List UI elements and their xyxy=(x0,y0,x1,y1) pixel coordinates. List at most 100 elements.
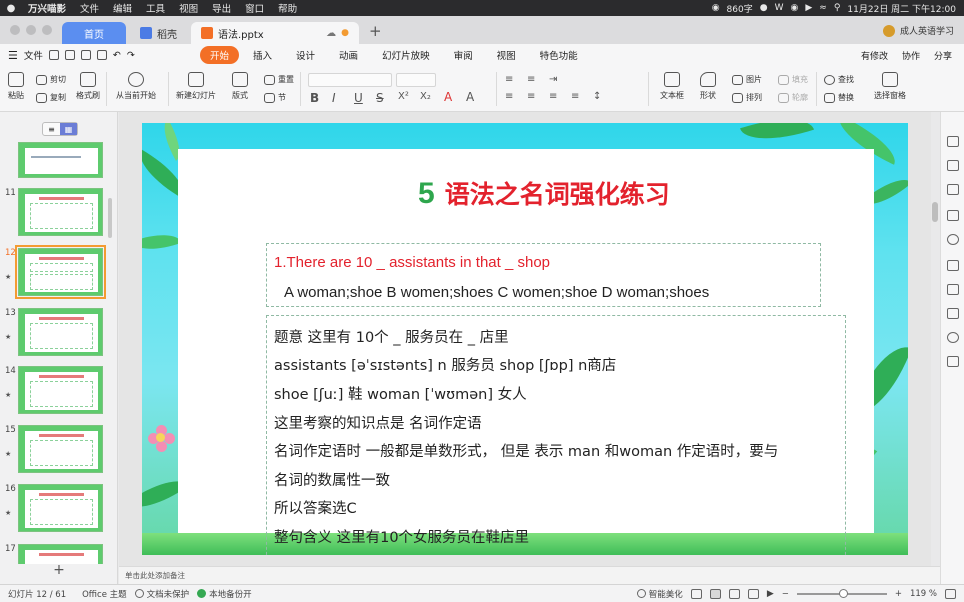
cloud-icon[interactable]: ☁ xyxy=(326,28,336,39)
slide-title[interactable]: 5 语法之名词强化练习 xyxy=(418,175,670,211)
redo-icon[interactable]: ↷ xyxy=(127,50,135,61)
smart-beautify-button[interactable]: 智能美化 xyxy=(636,588,683,600)
align-right-icon[interactable]: ≡ xyxy=(549,91,557,102)
select-pane-button[interactable]: 选择窗格 xyxy=(874,72,906,101)
slide-thumbnail-panel[interactable]: ≡ ▦ 11 12 ★ 13 ★ 14 ★ 15 ★ 16 ★ 17 + xyxy=(0,112,118,584)
canvas-scrollbar-thumb[interactable] xyxy=(932,202,938,222)
document-protect-status[interactable]: 文档未保护 xyxy=(134,588,189,600)
outline-view-icon[interactable]: ≡ xyxy=(43,123,60,135)
menu-app-name[interactable]: 万兴喵影 xyxy=(22,1,74,15)
bold-button[interactable]: B xyxy=(310,91,319,105)
color-icon[interactable] xyxy=(947,234,959,245)
record-icon[interactable]: ◉ xyxy=(712,3,720,13)
word-count-status[interactable]: 860字 xyxy=(727,2,753,15)
tab-home[interactable]: 首页 xyxy=(62,22,126,44)
menu-view[interactable]: 视图 xyxy=(173,1,206,15)
thumbnail-row-16[interactable]: 16 ★ xyxy=(0,484,118,536)
thumbnail-row-14[interactable]: 14 ★ xyxy=(0,366,118,418)
tab-animation[interactable]: 动画 xyxy=(329,46,368,64)
apple-icon[interactable]: ● xyxy=(0,3,22,14)
underline-button[interactable]: U xyxy=(354,91,363,105)
wps-icon[interactable]: W xyxy=(775,3,784,13)
notes-toggle-icon[interactable] xyxy=(690,588,702,599)
slide-canvas[interactable]: 5 语法之名词强化练习 1.There are 10 _ assistants … xyxy=(119,112,931,584)
slide-thumbnail[interactable] xyxy=(18,142,103,178)
superscript-icon[interactable]: X² xyxy=(398,91,409,102)
menu-edit[interactable]: 编辑 xyxy=(107,1,140,15)
layout-button[interactable]: 版式 xyxy=(232,72,248,101)
menu-export[interactable]: 导出 xyxy=(206,1,239,15)
save-icon[interactable] xyxy=(64,50,75,60)
font-color-icon[interactable]: A xyxy=(444,90,452,104)
shape-button[interactable]: 形状 xyxy=(700,72,716,101)
zoom-window-icon[interactable] xyxy=(42,25,52,35)
reset-button[interactable]: 重置 xyxy=(264,74,294,85)
justify-icon[interactable]: ≡ xyxy=(571,91,579,102)
fit-window-icon[interactable] xyxy=(945,588,956,599)
indent-icon[interactable]: ⇥ xyxy=(549,74,557,85)
file-menu-button[interactable]: 文件 xyxy=(24,48,43,62)
copy-button[interactable]: 复制 xyxy=(36,92,66,103)
style-icon[interactable] xyxy=(947,160,959,171)
outline-button[interactable]: 轮廓 xyxy=(778,92,808,103)
replace-button[interactable]: 替换 xyxy=(824,92,854,103)
arrange-button[interactable]: 排列 xyxy=(732,92,762,103)
picture-button[interactable]: 图片 xyxy=(732,74,762,85)
notes-pane[interactable]: 单击此处添加备注 xyxy=(119,566,940,584)
numbered-list-icon[interactable]: ≡ xyxy=(527,74,535,85)
font-family-select[interactable] xyxy=(308,73,392,87)
animation-icon[interactable] xyxy=(947,184,959,195)
tab-review[interactable]: 审阅 xyxy=(444,46,483,64)
slide-thumbnail[interactable] xyxy=(18,188,103,236)
slide-count-status[interactable]: 幻灯片 12 / 61 xyxy=(8,588,66,600)
tab-docer[interactable]: 稻壳 xyxy=(130,22,187,44)
explanation-textbox[interactable]: 题意 这里有 10个 _ 服务员在 _ 店里 assistants [əˈsɪs… xyxy=(266,315,846,555)
undo-icon[interactable]: ↶ xyxy=(113,50,121,61)
text-effect-icon[interactable]: A xyxy=(466,90,474,104)
thumbnail-row-15[interactable]: 15 ★ xyxy=(0,425,118,477)
has-changes-button[interactable]: 有修改 xyxy=(861,49,888,62)
tab-special[interactable]: 特色功能 xyxy=(530,46,588,64)
print-icon[interactable] xyxy=(80,50,91,60)
backup-icon[interactable] xyxy=(947,356,959,367)
search-icon[interactable]: ⚲ xyxy=(834,3,841,13)
play-slideshow-icon[interactable]: ▶ xyxy=(767,589,774,599)
question-textbox[interactable]: 1.There are 10 _ assistants in that _ sh… xyxy=(266,243,821,307)
canvas-scrollbar[interactable] xyxy=(932,118,938,558)
find-button[interactable]: 查找 xyxy=(824,74,854,85)
slide-thumbnail-selected[interactable] xyxy=(15,245,106,299)
normal-view-icon[interactable] xyxy=(709,588,721,599)
section-button[interactable]: 节 xyxy=(264,92,286,103)
subscript-icon[interactable]: X₂ xyxy=(420,91,431,102)
open-icon[interactable] xyxy=(48,50,59,60)
zoom-slider[interactable] xyxy=(796,588,887,598)
align-center-icon[interactable]: ≡ xyxy=(527,91,535,102)
zoom-in-icon[interactable]: + xyxy=(895,589,902,599)
slide[interactable]: 5 语法之名词强化练习 1.There are 10 _ assistants … xyxy=(142,123,908,555)
thumbnail-row-partial[interactable] xyxy=(0,142,118,194)
wifi-icon[interactable]: ≈ xyxy=(819,3,827,13)
local-backup-status[interactable]: 本地备份开 xyxy=(197,588,252,600)
close-window-icon[interactable] xyxy=(10,25,20,35)
zoom-level[interactable]: 119 % xyxy=(910,589,937,599)
fill-button[interactable]: 填充 xyxy=(778,74,808,85)
format-painter-button[interactable]: 格式刷 xyxy=(76,72,100,101)
slide-thumbnail[interactable] xyxy=(18,308,103,356)
italic-button[interactable]: I xyxy=(332,91,336,105)
align-left-icon[interactable]: ≡ xyxy=(505,91,513,102)
menu-file[interactable]: 文件 xyxy=(74,1,107,15)
mic-icon[interactable]: ● xyxy=(760,3,768,13)
export-icon[interactable] xyxy=(96,50,107,60)
history-icon[interactable] xyxy=(947,332,959,343)
line-spacing-icon[interactable]: ↕ xyxy=(593,91,601,102)
collaborate-button[interactable]: 协作 xyxy=(902,49,920,62)
new-tab-button[interactable]: + xyxy=(363,22,390,44)
zoom-slider-knob[interactable] xyxy=(838,588,848,598)
tab-design[interactable]: 设计 xyxy=(286,46,325,64)
settings-icon[interactable] xyxy=(947,308,959,319)
properties-icon[interactable] xyxy=(947,136,959,147)
tab-start[interactable]: 开始 xyxy=(200,46,240,64)
tab-slideshow[interactable]: 幻灯片放映 xyxy=(372,46,440,64)
volume-icon[interactable]: ▶ xyxy=(805,3,812,13)
paste-button[interactable]: 粘贴 xyxy=(8,72,24,101)
